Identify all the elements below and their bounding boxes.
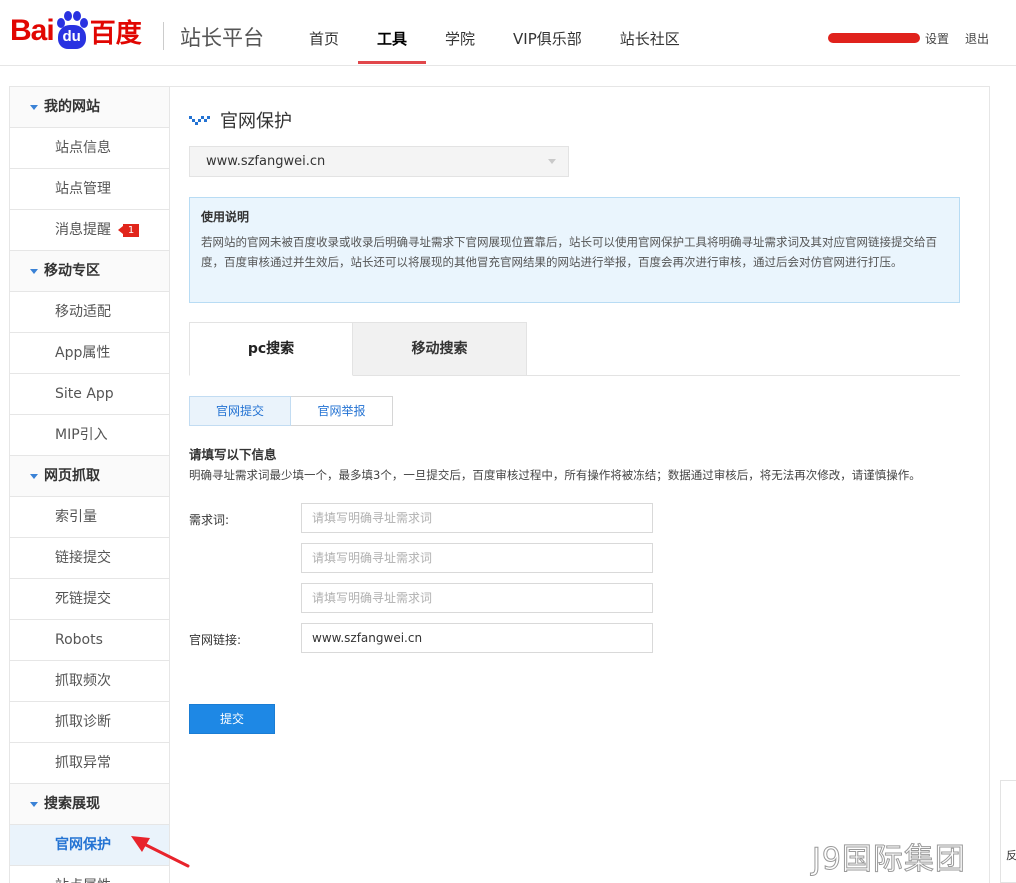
main-panel: 官网保护 www.szfangwei.cn 使用说明 若网站的官网未被百度收录或… xyxy=(170,86,990,883)
sidebar-item-app-attr[interactable]: App属性 xyxy=(10,333,169,374)
annotation-arrow-icon xyxy=(131,836,190,868)
logo-text-bai: Bai xyxy=(10,14,55,47)
form-heading: 请填写以下信息 xyxy=(189,447,277,462)
nav-academy[interactable]: 学院 xyxy=(426,0,494,66)
page-title: 官网保护 xyxy=(189,107,292,133)
sidebar-item-crawl-freq[interactable]: 抓取频次 xyxy=(10,661,169,702)
chevron-down-icon xyxy=(548,159,556,164)
nav-home[interactable]: 首页 xyxy=(290,0,358,66)
sidebar-item-site-app[interactable]: Site App xyxy=(10,374,169,415)
sidebar-item-messages[interactable]: 消息提醒 1 xyxy=(10,210,169,251)
main-nav: 首页 工具 学院 VIP俱乐部 站长社区 xyxy=(290,0,699,66)
keyword-input-3[interactable] xyxy=(301,583,653,613)
sidebar-group-my-site[interactable]: 我的网站 xyxy=(10,87,169,128)
caret-down-icon xyxy=(30,801,38,807)
usage-notice: 使用说明 若网站的官网未被百度收录或收录后明确寻址需求下官网展现位置靠后，站长可… xyxy=(189,197,960,303)
sidebar-item-mip[interactable]: MIP引入 xyxy=(10,415,169,456)
feedback-widget[interactable]: 反 xyxy=(1000,780,1016,883)
sub-tabs: 官网提交 官网举报 xyxy=(189,396,393,426)
caret-down-icon xyxy=(30,104,38,110)
sidebar: 我的网站 站点信息 站点管理 消息提醒 1 移动专区 移动适配 App属性 Sit… xyxy=(9,86,170,883)
platform-title: 站长平台 xyxy=(180,26,264,50)
logout-link[interactable]: 退出 xyxy=(965,30,989,47)
official-url-input[interactable] xyxy=(301,623,653,653)
sidebar-item-crawl-diag[interactable]: 抓取诊断 xyxy=(10,702,169,743)
site-select-value: www.szfangwei.cn xyxy=(206,154,326,169)
caret-down-icon xyxy=(30,268,38,274)
subtab-submit[interactable]: 官网提交 xyxy=(189,396,291,426)
sidebar-group-label: 搜索展现 xyxy=(44,796,100,812)
keyword-input-1[interactable] xyxy=(301,503,653,533)
header-divider xyxy=(163,22,164,50)
sidebar-group-crawl[interactable]: 网页抓取 xyxy=(10,456,169,497)
feedback-label: 反 xyxy=(1006,849,1016,862)
top-header: Bai du 百度 站长平台 首页 工具 学院 VIP俱乐部 站长社区 设置 退… xyxy=(0,0,1016,66)
redacted-username xyxy=(828,33,920,43)
logo-text-cn: 百度 xyxy=(89,18,142,49)
watermark: J9国际集团 xyxy=(812,842,966,878)
subtab-report[interactable]: 官网举报 xyxy=(291,396,393,426)
checkmark-wave-icon xyxy=(189,116,210,125)
sidebar-group-label: 移动专区 xyxy=(44,263,100,279)
keyword-input-2[interactable] xyxy=(301,543,653,573)
search-tabs: pc搜索 移动搜索 xyxy=(189,322,960,376)
baidu-logo[interactable]: Bai du 百度 xyxy=(10,10,142,52)
submit-button[interactable]: 提交 xyxy=(189,704,275,734)
caret-down-icon xyxy=(30,473,38,479)
sidebar-group-mobile[interactable]: 移动专区 xyxy=(10,251,169,292)
nav-tools[interactable]: 工具 xyxy=(358,0,427,66)
url-label: 官网链接: xyxy=(189,633,242,647)
sidebar-item-deadlink[interactable]: 死链提交 xyxy=(10,579,169,620)
site-select[interactable]: www.szfangwei.cn xyxy=(189,146,569,177)
keyword-label: 需求词: xyxy=(189,513,230,527)
form-description: 明确寻址需求词最少填一个，最多填3个，一旦提交后，百度审核过程中，所有操作将被冻… xyxy=(189,468,921,482)
tab-pc-search[interactable]: pc搜索 xyxy=(189,322,353,376)
sidebar-group-label: 我的网站 xyxy=(44,99,100,115)
sidebar-item-label: 消息提醒 xyxy=(55,222,111,238)
sidebar-group-label: 网页抓取 xyxy=(44,468,100,484)
paw-icon: du xyxy=(55,11,89,51)
logo-text-du: du xyxy=(57,25,86,49)
sidebar-item-index[interactable]: 索引量 xyxy=(10,497,169,538)
sidebar-item-crawl-error[interactable]: 抓取异常 xyxy=(10,743,169,784)
settings-link[interactable]: 设置 xyxy=(925,30,949,47)
tab-mobile-search[interactable]: 移动搜索 xyxy=(353,322,527,376)
sidebar-item-robots[interactable]: Robots xyxy=(10,620,169,661)
sidebar-item-mobile-adapt[interactable]: 移动适配 xyxy=(10,292,169,333)
sidebar-item-site-manage[interactable]: 站点管理 xyxy=(10,169,169,210)
nav-community[interactable]: 站长社区 xyxy=(601,0,699,66)
sidebar-group-search-display[interactable]: 搜索展现 xyxy=(10,784,169,825)
page-title-text: 官网保护 xyxy=(220,111,292,132)
usage-notice-title: 使用说明 xyxy=(201,210,250,224)
nav-vip-club[interactable]: VIP俱乐部 xyxy=(494,0,601,66)
usage-notice-text: 若网站的官网未被百度收录或收录后明确寻址需求下官网展现位置靠后，站长可以使用官网… xyxy=(201,235,937,269)
message-count-badge: 1 xyxy=(118,223,139,237)
sidebar-item-site-info[interactable]: 站点信息 xyxy=(10,128,169,169)
sidebar-item-link-submit[interactable]: 链接提交 xyxy=(10,538,169,579)
